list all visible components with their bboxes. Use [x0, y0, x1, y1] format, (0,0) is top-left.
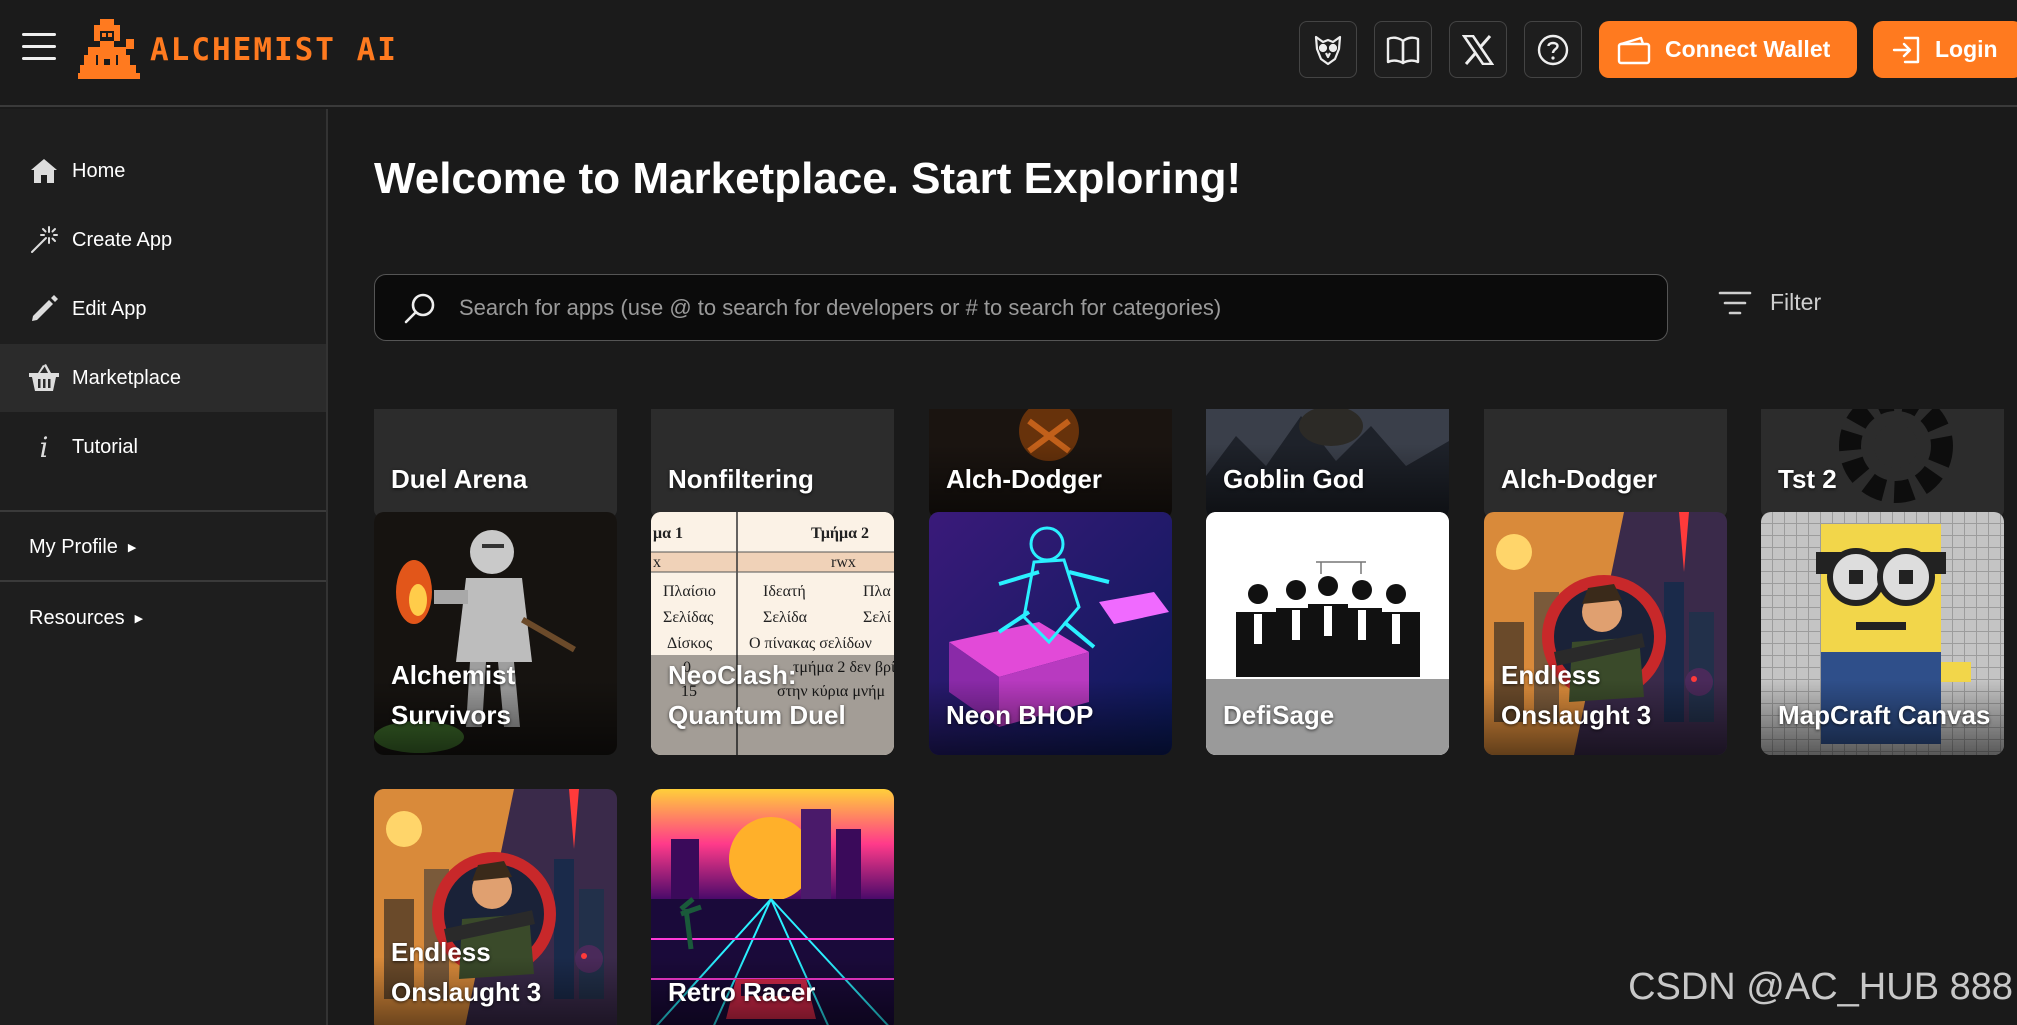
- sidebar-item-home[interactable]: Home: [0, 137, 326, 205]
- app-card[interactable]: DefiSage: [1206, 512, 1449, 755]
- x-icon: [1462, 34, 1494, 65]
- app-card[interactable]: Alch-Dodger: [1484, 409, 1727, 519]
- image-text: Πλα: [863, 583, 891, 600]
- pencil-icon: [28, 293, 60, 325]
- sidebar-item-label: Home: [72, 159, 126, 182]
- basket-icon: [28, 362, 60, 394]
- image-text: rwx: [831, 554, 856, 571]
- connect-wallet-button[interactable]: Connect Wallet: [1599, 21, 1857, 78]
- watermark-text: CSDN @AC_HUB 888: [1628, 966, 2013, 1008]
- help-button[interactable]: [1524, 21, 1582, 78]
- filter-label: Filter: [1770, 289, 1822, 315]
- page-title: Welcome to Marketplace. Start Exploring!: [374, 154, 1242, 203]
- image-text: Σελίδας: [663, 609, 714, 626]
- image-text: Σελίδα: [763, 609, 808, 626]
- connect-wallet-label: Connect Wallet: [1665, 36, 1831, 62]
- app-card[interactable]: Alch-Dodger: [929, 409, 1172, 519]
- app-card[interactable]: Endless Onslaught 3: [374, 789, 617, 1025]
- caret-right-icon: ▶: [134, 613, 144, 625]
- help-icon: [1537, 34, 1569, 65]
- magic-wand-icon: [28, 224, 60, 256]
- search-bar[interactable]: [374, 274, 1668, 341]
- section-label: My Profile: [29, 536, 118, 558]
- filter-button[interactable]: Filter: [1718, 289, 1821, 316]
- search-input[interactable]: [459, 294, 1639, 321]
- sidebar-item-label: Edit App: [72, 297, 147, 320]
- menu-icon[interactable]: [22, 33, 56, 63]
- docs-button[interactable]: [1374, 21, 1432, 78]
- app-card-title: Duel Arena: [391, 464, 528, 494]
- top-header: ALCHEMIST AI Connect Wallet Login: [0, 0, 2017, 107]
- alchemist-logo-icon: [78, 19, 140, 79]
- app-card[interactable]: Retro Racer: [651, 789, 894, 1025]
- app-card-title: Endless Onslaught 3: [1501, 660, 1652, 730]
- app-card-title: DefiSage: [1223, 700, 1335, 730]
- sidebar-divider: [0, 510, 326, 512]
- app-card-title: Endless Onslaught 3: [391, 937, 542, 1007]
- image-text: Ιδεατή: [763, 583, 806, 600]
- caret-right-icon: ▶: [127, 542, 137, 554]
- app-card[interactable]: Neon BHOP: [929, 512, 1172, 755]
- app-card-title: Neon BHOP: [946, 700, 1094, 730]
- sidebar-item-tutorial[interactable]: i Tutorial: [0, 413, 326, 481]
- x-twitter-button[interactable]: [1449, 21, 1507, 78]
- app-card[interactable]: MapCraft Canvas: [1761, 512, 2004, 755]
- sidebar-section-resources[interactable]: Resources ▶: [29, 607, 143, 630]
- login-button[interactable]: Login: [1873, 21, 2017, 78]
- app-card[interactable]: Alchemist Survivors: [374, 512, 617, 755]
- app-grid: Duel Arena Nonfiltering Alch-Dodger Gobl…: [374, 409, 2017, 1025]
- image-text: Ο πίνακας σελίδων: [749, 635, 872, 652]
- login-label: Login: [1935, 36, 1998, 62]
- app-card-title: Alchemist Survivors: [391, 660, 516, 730]
- search-icon: [404, 293, 435, 323]
- app-card[interactable]: Nonfiltering: [651, 409, 894, 519]
- login-icon: [1892, 36, 1920, 63]
- info-icon: i: [39, 430, 49, 464]
- sidebar-section-my-profile[interactable]: My Profile ▶: [29, 536, 136, 559]
- sidebar-item-create-app[interactable]: Create App: [0, 206, 326, 274]
- app-card-title: MapCraft Canvas: [1778, 700, 1991, 730]
- sidebar: Home Create App Edit App Marketplace i T…: [0, 109, 328, 1025]
- app-card-title: Alch-Dodger: [946, 464, 1102, 494]
- app-card[interactable]: μα 1 Τμήμα 2 x rwx Πλαίσιο Ιδεατή Πλα Σε…: [651, 512, 894, 755]
- logo-text[interactable]: ALCHEMIST AI: [150, 32, 398, 68]
- sidebar-item-label: Marketplace: [72, 366, 181, 389]
- app-card[interactable]: Duel Arena: [374, 409, 617, 519]
- book-icon: [1386, 35, 1420, 64]
- image-text: Τμήμα 2: [811, 525, 869, 542]
- app-card-title: Nonfiltering: [668, 464, 814, 494]
- app-card-title: Retro Racer: [668, 977, 816, 1007]
- section-label: Resources: [29, 607, 125, 629]
- wallet-icon: [1617, 36, 1651, 64]
- app-card[interactable]: Tst 2: [1761, 409, 2004, 519]
- app-card[interactable]: Endless Onslaught 3: [1484, 512, 1727, 755]
- app-root: ALCHEMIST AI Connect Wallet Login Home C…: [0, 0, 2017, 1025]
- image-text: Πλαίσιο: [663, 583, 716, 600]
- app-card-title: Alch-Dodger: [1501, 464, 1657, 494]
- app-card-title: Tst 2: [1778, 464, 1837, 494]
- owl-icon: [1314, 35, 1342, 65]
- home-icon: [28, 155, 60, 187]
- image-text: Δίσκος: [667, 635, 713, 652]
- sidebar-item-edit-app[interactable]: Edit App: [0, 275, 326, 343]
- app-card-title: Goblin God: [1223, 464, 1365, 494]
- app-card-title: NeoClash: Quantum Duel: [668, 660, 846, 730]
- image-text: x: [653, 554, 661, 571]
- image-text: Σελί: [863, 609, 892, 626]
- sidebar-item-label: Create App: [72, 228, 173, 251]
- app-card[interactable]: Goblin God: [1206, 409, 1449, 519]
- owl-icon-button[interactable]: [1299, 21, 1357, 78]
- sidebar-divider: [0, 580, 326, 582]
- sidebar-item-marketplace[interactable]: Marketplace: [0, 344, 326, 412]
- sidebar-item-label: Tutorial: [72, 435, 138, 458]
- filter-icon: [1718, 291, 1752, 314]
- image-text: μα 1: [653, 525, 683, 542]
